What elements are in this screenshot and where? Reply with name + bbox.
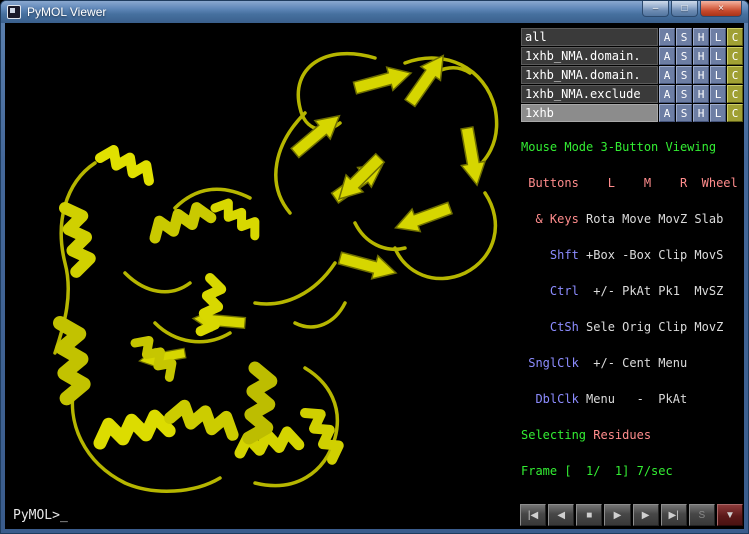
viewport-3d[interactable]: PyMOL>_: [5, 23, 519, 529]
app-icon: [7, 5, 21, 19]
action-button[interactable]: A: [659, 66, 675, 84]
label-button[interactable]: L: [710, 85, 726, 103]
close-button[interactable]: ×: [700, 1, 742, 17]
object-row: all A S H L C: [521, 28, 743, 46]
object-name[interactable]: 1xhb_NMA.domain.: [521, 66, 658, 84]
mouse-matrix-row: Shft +Box -Box Clip MovS: [521, 249, 743, 261]
label-button[interactable]: L: [710, 47, 726, 65]
hide-button[interactable]: H: [693, 47, 709, 65]
object-row: 1xhb_NMA.domain. A S H L C: [521, 66, 743, 84]
step-back-button[interactable]: ◀: [548, 504, 574, 526]
action-button[interactable]: A: [659, 47, 675, 65]
go-to-end-button[interactable]: ▶|: [661, 504, 687, 526]
mouse-mode-panel: Mouse Mode 3-Button Viewing Buttons L M …: [521, 117, 743, 501]
object-name[interactable]: 1xhb_NMA.exclude: [521, 85, 658, 103]
object-row: 1xhb_NMA.exclude A S H L C: [521, 85, 743, 103]
play-button[interactable]: ▶: [604, 504, 630, 526]
action-button[interactable]: A: [659, 85, 675, 103]
hide-button[interactable]: H: [693, 66, 709, 84]
show-button[interactable]: S: [676, 85, 692, 103]
frame-indicator: Frame [ 1/ 1] 7/sec: [521, 465, 743, 477]
sidebar: all A S H L C 1xhb_NMA.domain. A S H L C…: [519, 23, 744, 529]
show-button[interactable]: S: [676, 66, 692, 84]
window-title: PyMOL Viewer: [27, 5, 742, 19]
mouse-matrix-row: DblClk Menu - PkAt: [521, 393, 743, 405]
selecting-toggle[interactable]: Selecting Residues: [521, 429, 743, 441]
client-area: PyMOL>_ all A S H L C 1xhb_NMA.domain. A…: [5, 23, 744, 529]
pymol-window: PyMOL Viewer – □ ×: [0, 0, 749, 534]
object-name-all[interactable]: all: [521, 28, 658, 46]
mouse-matrix-row: Ctrl +/- PkAt Pk1 MvSZ: [521, 285, 743, 297]
step-forward-button[interactable]: ▶: [633, 504, 659, 526]
label-button[interactable]: L: [710, 66, 726, 84]
mouse-matrix-row: & Keys Rota Move MovZ Slab: [521, 213, 743, 225]
mouse-matrix-row: Buttons L M R Wheel: [521, 177, 743, 189]
maximize-button[interactable]: □: [671, 1, 698, 17]
object-row: 1xhb_NMA.domain. A S H L C: [521, 47, 743, 65]
movie-control-bar: |◀ ◀ ■ ▶ ▶ ▶| S ▼: [520, 502, 743, 528]
color-button[interactable]: C: [727, 28, 743, 46]
minimize-button[interactable]: –: [642, 1, 669, 17]
go-to-start-button[interactable]: |◀: [520, 504, 546, 526]
color-button[interactable]: C: [727, 66, 743, 84]
color-button[interactable]: C: [727, 85, 743, 103]
scene-button[interactable]: S: [689, 504, 715, 526]
mouse-mode-header[interactable]: Mouse Mode 3-Button Viewing: [521, 141, 743, 153]
color-button[interactable]: C: [727, 47, 743, 65]
window-controls: – □ ×: [642, 1, 742, 17]
show-button[interactable]: S: [676, 28, 692, 46]
fullscreen-toggle-button[interactable]: ▼: [717, 504, 743, 526]
hide-button[interactable]: H: [693, 28, 709, 46]
protein-cartoon: [5, 23, 519, 529]
command-prompt[interactable]: PyMOL>_: [13, 508, 68, 523]
label-button[interactable]: L: [710, 28, 726, 46]
mouse-matrix-row: CtSh Sele Orig Clip MovZ: [521, 321, 743, 333]
mouse-matrix-row: SnglClk +/- Cent Menu: [521, 357, 743, 369]
object-name[interactable]: 1xhb_NMA.domain.: [521, 47, 658, 65]
show-button[interactable]: S: [676, 47, 692, 65]
action-button[interactable]: A: [659, 28, 675, 46]
titlebar[interactable]: PyMOL Viewer: [1, 1, 748, 23]
stop-button[interactable]: ■: [576, 504, 602, 526]
hide-button[interactable]: H: [693, 85, 709, 103]
